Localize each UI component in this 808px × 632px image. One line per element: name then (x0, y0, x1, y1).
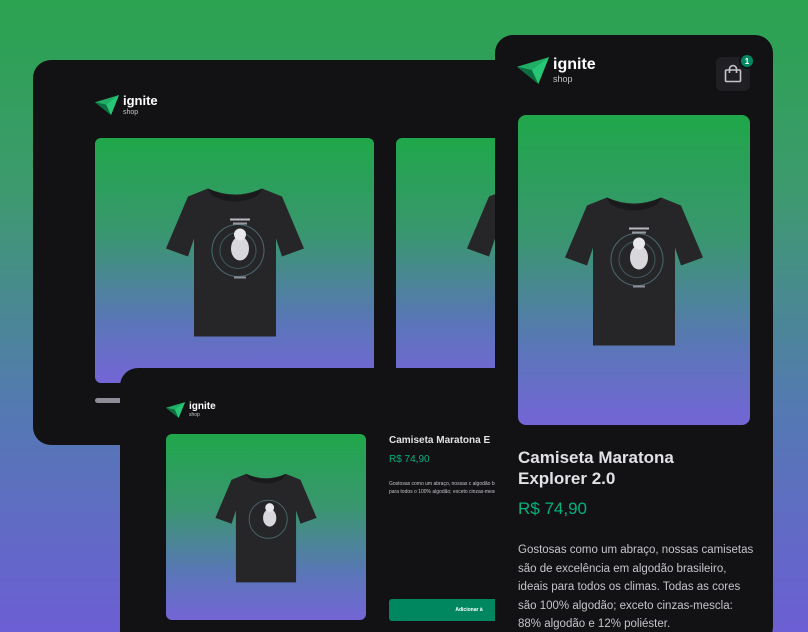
cart-count-badge: 1 (739, 53, 755, 69)
logo[interactable]: ignite shop (517, 57, 596, 84)
logo-subtitle: shop (123, 109, 139, 116)
logo[interactable]: ignite shop (95, 94, 158, 116)
product-image (518, 115, 750, 425)
logo-name: ignite (189, 401, 216, 412)
tshirt-image (565, 197, 703, 346)
product-card[interactable] (95, 138, 374, 383)
product-price: R$ 74,90 (518, 499, 587, 518)
product-description: Gostosas como um abraço, nossas camiseta… (518, 544, 754, 630)
product-title: Camiseta Maratona E (389, 435, 491, 446)
product-price: R$ 74,90 (389, 454, 430, 465)
logo-icon (166, 402, 185, 418)
logo-icon (95, 95, 119, 115)
logo[interactable]: ignite shop (166, 402, 216, 418)
logo-icon (517, 57, 549, 84)
product-image (166, 434, 366, 620)
logo-subtitle: shop (189, 412, 200, 418)
shopping-bag-icon (724, 64, 742, 83)
mobile-product-panel: ignite shop 1 Camiseta Maratona Explorer… (495, 35, 773, 632)
product-detail-panel: ignite shop Camiseta Maratona E R$ 74,90… (120, 368, 540, 632)
logo-name: ignite (553, 56, 596, 73)
tshirt-image (215, 473, 317, 583)
logo-name: ignite (123, 93, 158, 108)
logo-subtitle: shop (553, 74, 573, 84)
tshirt-image (165, 188, 304, 336)
product-title: Camiseta Maratona Explorer 2.0 (518, 448, 674, 488)
